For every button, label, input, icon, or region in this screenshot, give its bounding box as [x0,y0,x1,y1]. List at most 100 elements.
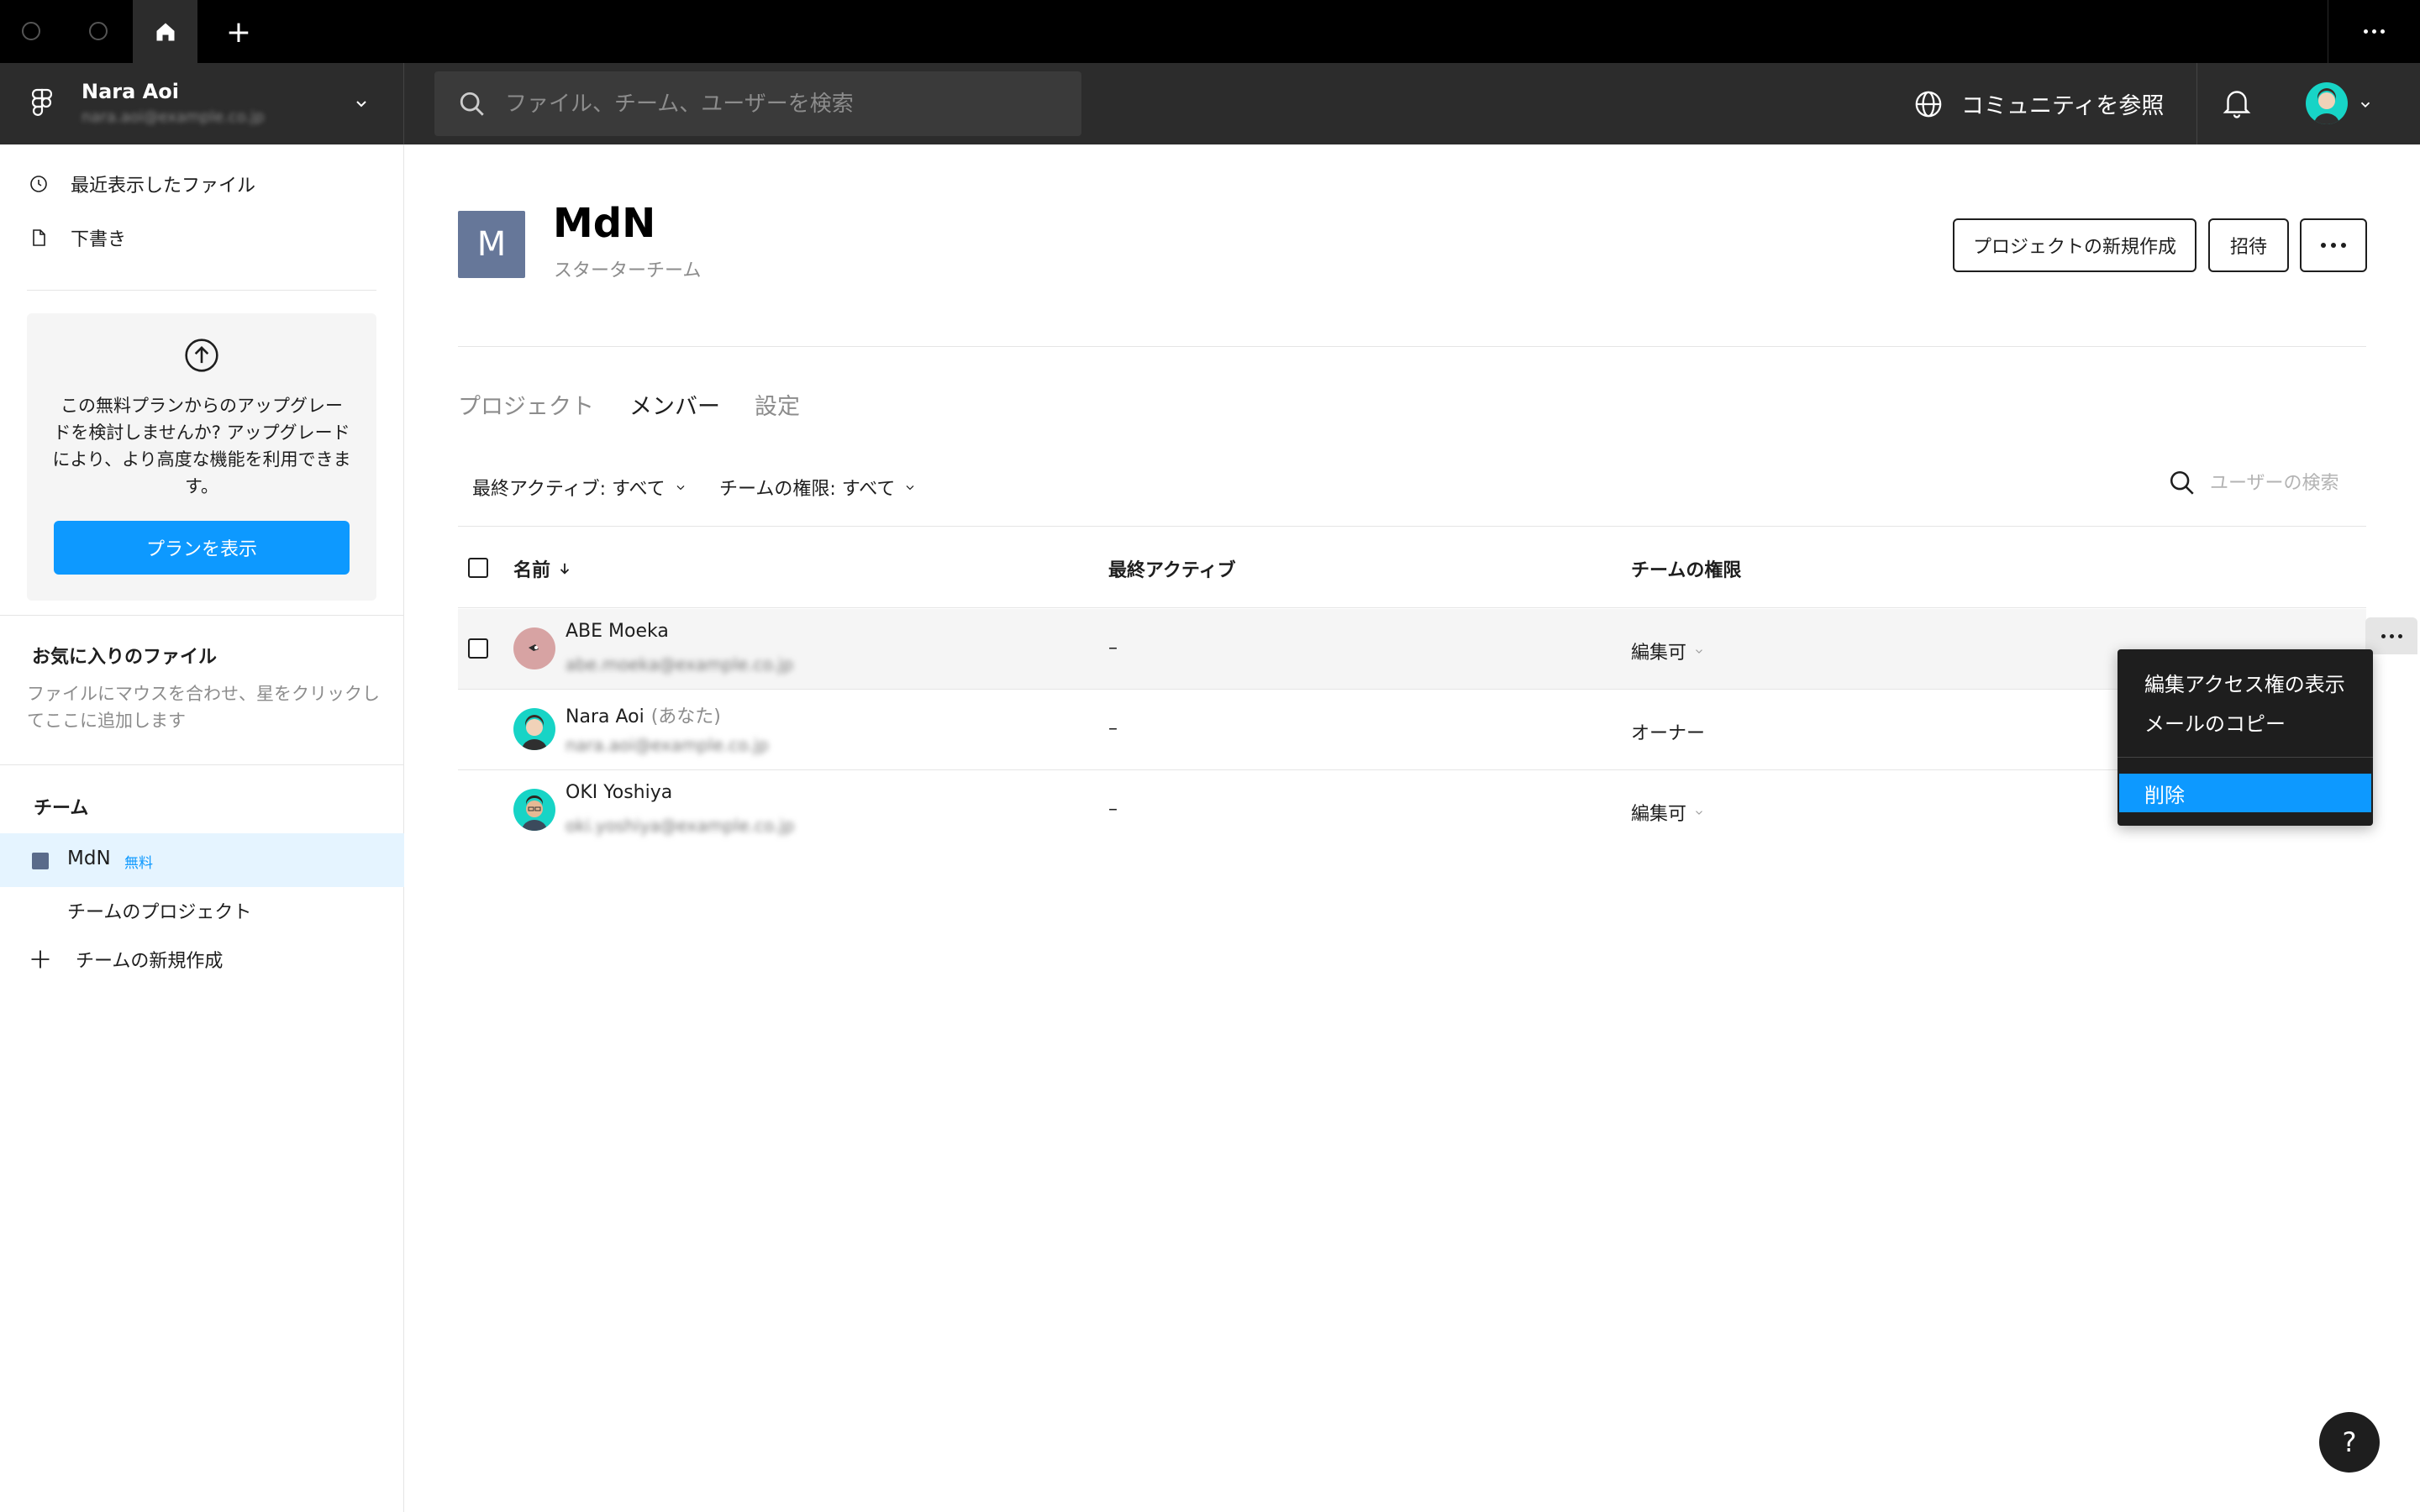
menu-item-remove[interactable]: 削除 [2119,774,2371,812]
favorites-title: お気に入りのファイル [32,647,218,668]
help-button[interactable]: ? [2319,1412,2380,1473]
row-more-button[interactable] [2365,617,2417,654]
column-header-role[interactable]: チームの権限 [1631,555,1741,582]
global-search[interactable] [434,71,1081,136]
sidebar-item-team-mdn[interactable]: MdN 無料 [0,833,404,887]
role-label: オーナー [1631,723,1706,744]
search-input[interactable] [505,71,1060,136]
arrow-down-icon [560,563,570,575]
menu-divider [2118,757,2373,758]
team-more-button[interactable] [2300,218,2367,272]
table-row[interactable]: Nara Aoi (あなた) nara.aoi@example.co.jp – オ… [458,690,2366,770]
sidebar-item-team-projects[interactable]: チームのプロジェクト [67,897,251,924]
sidebar-item-label: 最近表示したファイル [71,176,256,197]
select-all-checkbox[interactable] [468,558,488,578]
filter-label: チームの権限: すべて [719,479,896,500]
team-color-swatch [32,853,49,869]
team-name: MdN [67,848,111,869]
window-control-dot[interactable] [22,22,40,40]
account-email: nara.aoi@example.co.jp [82,108,265,125]
member-name: ABE Moeka [566,621,669,642]
member-role-dropdown[interactable]: 編集可 [1631,638,1705,664]
plus-icon [31,950,50,969]
divider [458,346,2366,347]
new-tab-button[interactable]: + [217,10,260,54]
member-role-dropdown[interactable]: 編集可 [1631,799,1705,826]
figma-logo-icon [32,88,52,116]
more-icon [2321,243,2346,248]
you-tag: (あなた) [650,706,721,727]
favorites-description: ファイルにマウスを合わせ、星をクリックしてここに追加します [27,684,380,731]
member-name: Nara Aoi (あなた) [566,701,721,728]
home-icon [156,23,174,40]
team-avatar: M [458,211,525,278]
sidebar-item-label: 下書き [71,229,127,250]
tab-members[interactable]: メンバー [629,388,720,421]
member-email: oki.yoshiya@example.co.jp [566,816,795,836]
sidebar-item-recent[interactable]: 最近表示したファイル [29,165,255,202]
member-email: nara.aoi@example.co.jp [566,735,769,755]
tab-projects[interactable]: プロジェクト [458,388,594,421]
filter-role[interactable]: チームの権限: すべて [719,474,917,501]
role-label: 編集可 [1631,804,1687,825]
chevron-down-icon [1696,811,1702,815]
table-row[interactable]: ABE Moeka abe.moeka@example.co.jp – 編集可 [458,609,2417,690]
user-avatar-face-icon [2314,88,2339,124]
community-label: コミュニティを参照 [1961,93,2165,119]
page-title: MdN [553,200,656,247]
sidebar: 最近表示したファイル 下書き この無料プランからのアップグレードを検討しませんか… [0,144,404,1512]
header-divider [2196,63,2197,144]
new-team-button[interactable]: チームの新規作成 [29,941,223,978]
main-content: M MdN スターターチーム プロジェクトの新規作成 招待 プロジェクト メンバ… [405,144,2420,1512]
page-subtitle: スターターチーム [554,260,702,281]
app-header: Nara Aoi nara.aoi@example.co.jp コミュニティを参… [0,63,2420,144]
chevron-down-icon [356,101,366,108]
window-control-dot[interactable] [89,22,108,40]
clock-icon [30,176,47,192]
divider [27,290,376,291]
member-role: オーナー [1631,718,1705,745]
account-switcher[interactable]: Nara Aoi nara.aoi@example.co.jp [0,63,404,144]
user-avatar[interactable] [2306,82,2348,124]
more-icon [2364,29,2385,34]
new-team-label: チームの新規作成 [76,951,224,972]
divider [0,615,404,616]
more-icon [2381,633,2402,638]
community-link[interactable]: コミュニティを参照 [1914,63,2164,144]
search-icon [2170,470,2194,495]
search-icon [460,92,484,116]
column-label: 名前 [513,560,551,581]
chevron-down-icon [906,485,914,491]
member-last-active: – [1108,718,1118,739]
column-header-name[interactable]: 名前 [513,555,572,582]
menu-item-copy-email[interactable]: メールのコピー [2144,707,2286,737]
tab-settings[interactable]: 設定 [755,388,800,421]
invite-button[interactable]: 招待 [2208,218,2289,272]
upgrade-text: この無料プランからのアップグレードを検討しませんか? アップグレードにより、より… [52,396,351,496]
member-email: abe.moeka@example.co.jp [566,654,794,675]
member-last-active: – [1108,638,1118,659]
members-table-header: 名前 最終アクティブ チームの権限 [458,526,2366,608]
avatar-photo-icon [522,715,547,750]
bell-icon[interactable] [2222,87,2252,120]
user-search[interactable] [2168,469,2353,497]
filter-last-active[interactable]: 最終アクティブ: すべて [472,474,687,501]
avatar [513,789,555,831]
view-plans-button[interactable]: プランを表示 [54,521,350,575]
avatar [513,627,555,669]
chevron-down-icon [676,485,685,491]
row-checkbox[interactable] [468,638,488,659]
divider [0,764,404,765]
avatar [513,708,555,750]
chevron-down-icon[interactable] [2358,97,2373,112]
column-header-last-active[interactable]: 最終アクティブ [1108,555,1236,582]
table-row[interactable]: OKI Yoshiya oki.yoshiya@example.co.jp – … [458,770,2366,851]
user-search-input[interactable] [2210,472,2353,494]
upgrade-card: この無料プランからのアップグレードを検討しませんか? アップグレードにより、より… [27,313,376,601]
sidebar-item-drafts[interactable]: 下書き [29,219,126,256]
menu-item-view-edit-access[interactable]: 編集アクセス権の表示 [2144,668,2345,697]
window-more-button[interactable] [2328,0,2420,63]
home-tab[interactable] [133,0,197,63]
account-name: Nara Aoi [82,80,179,103]
new-project-button[interactable]: プロジェクトの新規作成 [1953,218,2196,272]
